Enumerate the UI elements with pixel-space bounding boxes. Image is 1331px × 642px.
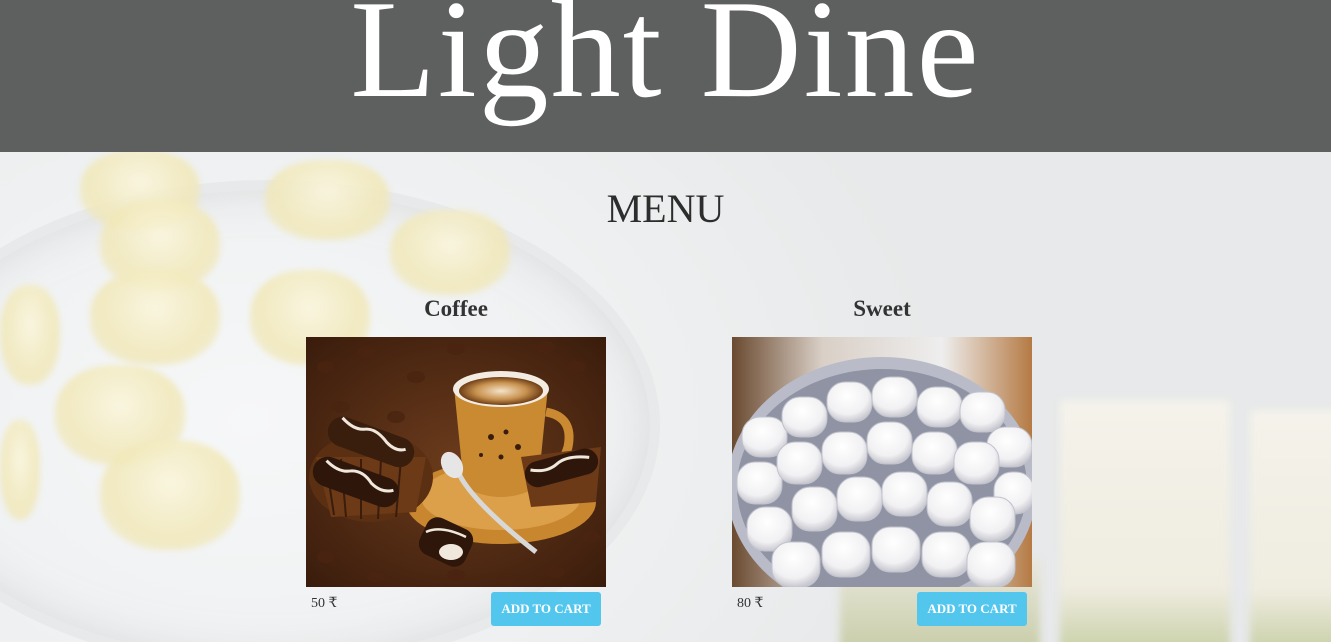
coffee-photo [306,337,606,587]
add-to-cart-button[interactable]: ADD TO CART [491,592,601,626]
menu-heading: MENU [606,186,725,231]
menu-item-sweet: Sweet 80 ₹ ADD TO CART [732,292,1032,627]
menu-item-coffee: Coffee 50 ₹ ADD TO CART [306,292,606,627]
menu-item-name: Coffee [424,296,488,321]
brand-title: Light Dine [350,0,981,127]
menu-item-footer: 80 ₹ ADD TO CART [732,587,1032,627]
menu-item-price: 80 ₹ [737,596,764,611]
menu-item-footer: 50 ₹ ADD TO CART [306,587,606,627]
add-to-cart-button[interactable]: ADD TO CART [917,592,1027,626]
menu-item-price: 50 ₹ [311,596,338,611]
site-header: Light Dine [0,0,1331,152]
menu-item-name: Sweet [853,296,911,321]
sweet-photo [732,337,1032,587]
